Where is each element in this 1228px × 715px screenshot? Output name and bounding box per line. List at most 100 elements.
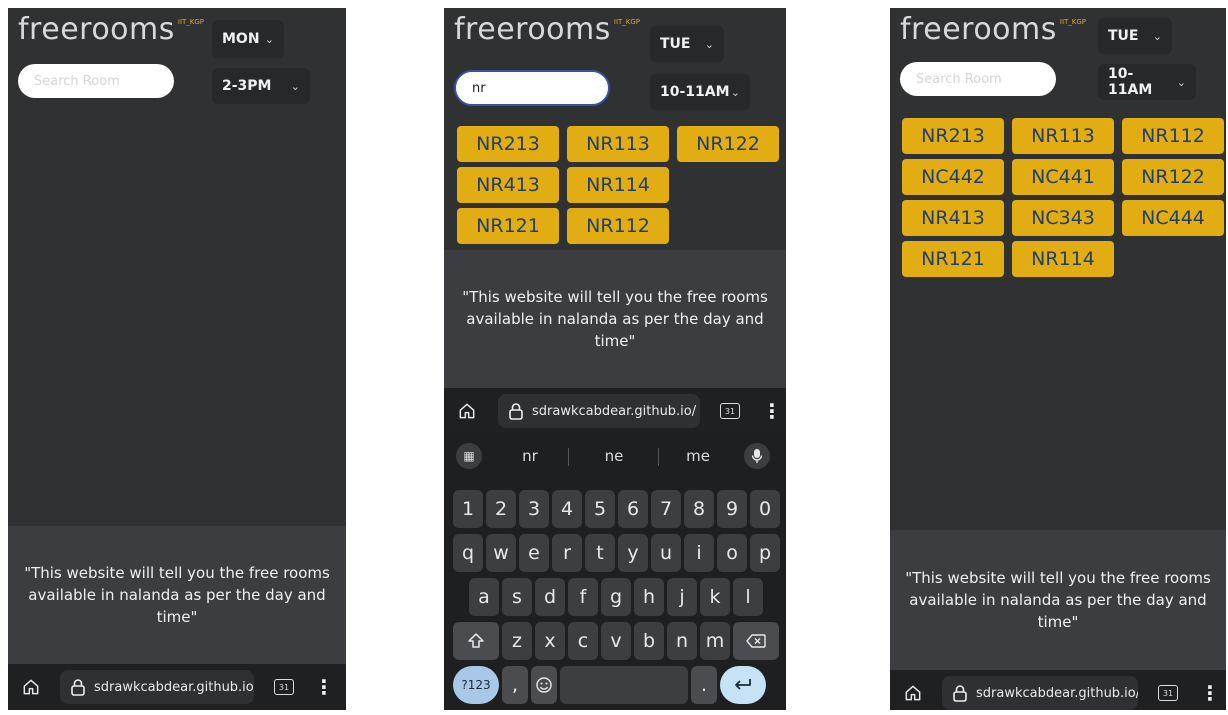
- key[interactable]: s: [502, 578, 532, 616]
- key[interactable]: e: [519, 534, 549, 572]
- description-text: "This website will tell you the free roo…: [24, 564, 330, 626]
- suggestion-3[interactable]: me: [670, 447, 726, 465]
- apps-icon[interactable]: ▦: [456, 443, 482, 469]
- day-select[interactable]: MON ⌄: [212, 20, 284, 58]
- key[interactable]: x: [535, 622, 565, 660]
- room-chip[interactable]: NR122: [1122, 159, 1224, 195]
- symbols-key[interactable]: ?123: [453, 666, 499, 704]
- room-chip[interactable]: NR213: [457, 126, 559, 162]
- key[interactable]: v: [601, 622, 631, 660]
- key[interactable]: t: [585, 534, 615, 572]
- tab-count: 31: [724, 406, 736, 416]
- period-key[interactable]: .: [691, 666, 717, 704]
- key[interactable]: n: [667, 622, 697, 660]
- tabs-icon[interactable]: 31: [274, 679, 294, 695]
- room-chip[interactable]: NR113: [567, 126, 669, 162]
- key[interactable]: p: [750, 534, 780, 572]
- url-bar[interactable]: sdrawkcabdear.github.io/: [498, 394, 700, 428]
- key[interactable]: m: [700, 622, 730, 660]
- shift-icon[interactable]: [453, 622, 499, 660]
- search-input[interactable]: Search Room: [900, 62, 1056, 96]
- key[interactable]: 2: [486, 490, 516, 528]
- time-select[interactable]: 10-11AM ⌄: [1098, 64, 1196, 100]
- room-chip[interactable]: NR413: [902, 200, 1004, 236]
- mic-icon[interactable]: [744, 443, 770, 469]
- room-chip[interactable]: NR114: [567, 167, 669, 203]
- more-vert-icon[interactable]: ⋮: [1200, 683, 1220, 703]
- room-chip[interactable]: NR112: [567, 208, 669, 244]
- time-select[interactable]: 10-11AM ⌄: [650, 74, 750, 110]
- key[interactable]: z: [502, 622, 532, 660]
- key[interactable]: l: [733, 578, 763, 616]
- key-row-top: q w e r t y u i o p: [453, 534, 783, 572]
- key[interactable]: q: [453, 534, 483, 572]
- key[interactable]: y: [618, 534, 648, 572]
- key[interactable]: 6: [618, 490, 648, 528]
- room-chip[interactable]: NR112: [1122, 118, 1224, 154]
- key[interactable]: c: [568, 622, 598, 660]
- suggestion-1[interactable]: nr: [502, 447, 558, 465]
- time-select-value: 10-11AM: [660, 84, 730, 100]
- backspace-icon[interactable]: [733, 622, 779, 660]
- suggestion-2[interactable]: ne: [586, 447, 642, 465]
- room-chip[interactable]: NR122: [677, 126, 779, 162]
- more-vert-icon[interactable]: ⋮: [314, 677, 334, 697]
- room-chip[interactable]: NR114: [1012, 241, 1114, 277]
- room-chip[interactable]: NC343: [1012, 200, 1114, 236]
- room-chip[interactable]: NR121: [902, 241, 1004, 277]
- description-text: "This website will tell you the free roo…: [905, 569, 1211, 631]
- key[interactable]: k: [700, 578, 730, 616]
- room-chip[interactable]: NR413: [457, 167, 559, 203]
- key[interactable]: j: [667, 578, 697, 616]
- key-row-numbers: 1 2 3 4 5 6 7 8 9 0: [453, 490, 783, 528]
- day-select[interactable]: TUE ⌄: [1098, 18, 1172, 54]
- key[interactable]: g: [601, 578, 631, 616]
- url-text: sdrawkcabdear.github.io/: [94, 679, 254, 695]
- phone-screen-2: freerooms IIT_KGP TUE ⌄ nr 10-11AM ⌄ NR213 …: [444, 8, 786, 710]
- key[interactable]: 4: [552, 490, 582, 528]
- browser-toolbar: sdrawkcabdear.github.io/ 31 ⋮: [444, 388, 786, 434]
- key[interactable]: o: [717, 534, 747, 572]
- key[interactable]: r: [552, 534, 582, 572]
- comma-key[interactable]: ,: [502, 666, 528, 704]
- key[interactable]: i: [684, 534, 714, 572]
- key[interactable]: 3: [519, 490, 549, 528]
- tab-count: 31: [1162, 688, 1174, 698]
- chevron-down-icon: ⌄: [264, 32, 274, 46]
- search-input[interactable]: Search Room: [18, 64, 174, 98]
- room-chip[interactable]: NC444: [1122, 200, 1224, 236]
- key[interactable]: 9: [717, 490, 747, 528]
- time-select[interactable]: 2-3PM ⌄: [212, 68, 310, 104]
- key[interactable]: 5: [585, 490, 615, 528]
- home-icon[interactable]: [454, 401, 480, 421]
- tabs-icon[interactable]: 31: [1158, 685, 1178, 701]
- room-chip[interactable]: NR213: [902, 118, 1004, 154]
- day-select[interactable]: TUE ⌄: [650, 26, 724, 62]
- key[interactable]: d: [535, 578, 565, 616]
- key[interactable]: 0: [750, 490, 780, 528]
- key[interactable]: 1: [453, 490, 483, 528]
- key[interactable]: 8: [684, 490, 714, 528]
- key[interactable]: f: [568, 578, 598, 616]
- home-icon[interactable]: [18, 677, 44, 697]
- url-bar[interactable]: sdrawkcabdear.github.io/: [60, 670, 254, 704]
- url-bar[interactable]: sdrawkcabdear.github.io/: [942, 676, 1138, 710]
- key[interactable]: u: [651, 534, 681, 572]
- key[interactable]: 7: [651, 490, 681, 528]
- more-vert-icon[interactable]: ⋮: [762, 401, 782, 421]
- key[interactable]: b: [634, 622, 664, 660]
- room-chip[interactable]: NR113: [1012, 118, 1114, 154]
- key[interactable]: a: [469, 578, 499, 616]
- room-chip[interactable]: NR121: [457, 208, 559, 244]
- key[interactable]: h: [634, 578, 664, 616]
- space-key[interactable]: [560, 666, 688, 704]
- room-chip[interactable]: NC442: [902, 159, 1004, 195]
- search-input[interactable]: nr: [454, 70, 610, 106]
- room-chip[interactable]: NC441: [1012, 159, 1114, 195]
- key[interactable]: w: [486, 534, 516, 572]
- brand-logo: freerooms IIT_KGP: [18, 12, 205, 47]
- emoji-icon[interactable]: [531, 666, 557, 704]
- tabs-icon[interactable]: 31: [720, 403, 740, 419]
- enter-icon[interactable]: [720, 666, 766, 704]
- home-icon[interactable]: [900, 683, 926, 703]
